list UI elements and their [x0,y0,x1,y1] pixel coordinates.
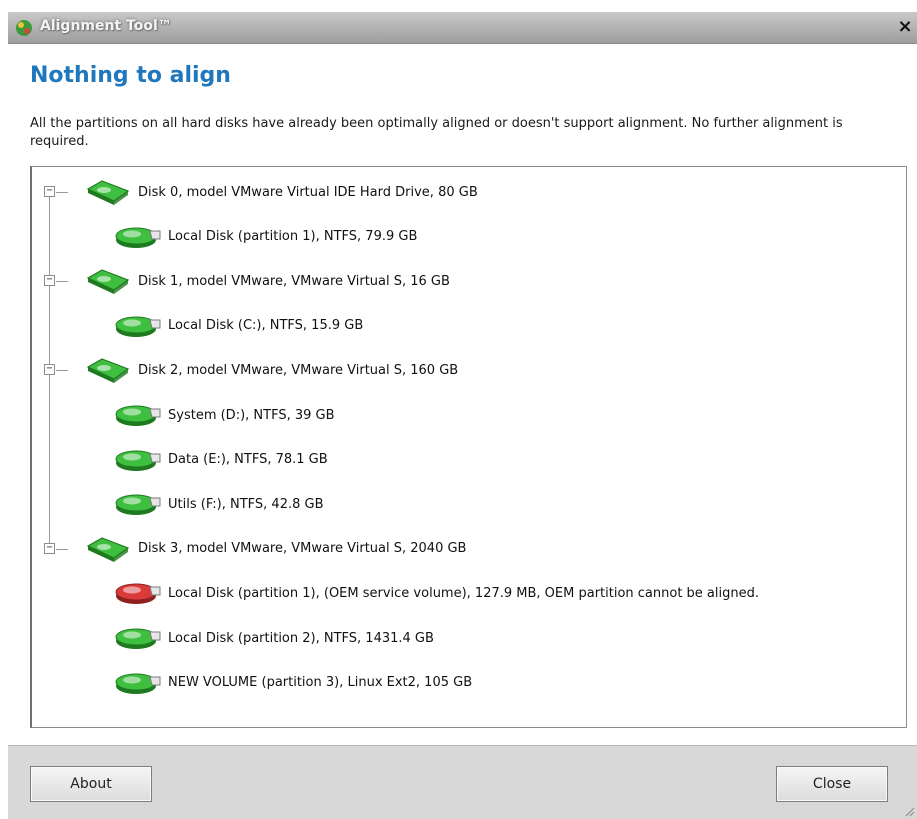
tree-node-label: Local Disk (partition 2), NTFS, 1431.4 G… [168,630,434,646]
disk-icon [86,269,130,295]
partition-icon [115,494,161,516]
expander-icon[interactable]: − [44,542,55,554]
tree-node-label: Disk 1, model VMware, VMware Virtual S, … [138,273,450,289]
tree-disk-node[interactable]: Disk 2, model VMware, VMware Virtual S, … [82,355,458,385]
partition-icon [115,405,161,426]
tree-partition-node[interactable]: NEW VOLUME (partition 3), Linux Ext2, 10… [112,668,472,698]
partition-icon [115,450,161,471]
resize-grip-icon[interactable] [905,807,915,817]
partition-icon [115,227,161,248]
close-button[interactable]: Close [776,766,888,802]
disk-icon [86,180,130,205]
tree-disk-node[interactable]: Disk 1, model VMware, VMware Virtual S, … [82,266,450,296]
tree-partition-node[interactable]: Local Disk (C:), NTFS, 15.9 GB [112,311,363,341]
app-icon [16,20,32,36]
footer-bar: About Close [8,745,917,819]
tree-node-label: Data (E:), NTFS, 78.1 GB [168,452,328,468]
tree-node-label: Local Disk (C:), NTFS, 15.9 GB [168,318,364,334]
tree-node-label: System (D:), NTFS, 39 GB [168,407,335,423]
close-icon[interactable]: × [895,16,915,38]
page-title: Nothing to align [30,63,231,88]
partition-icon [115,628,161,649]
disk-tree[interactable]: − Disk 0, model VMware Virtual IDE Hard D… [30,166,907,728]
tree-partition-node[interactable]: Local Disk (partition 1), NTFS, 79.9 GB [112,222,417,252]
tree-branch-line [56,548,68,550]
tree-partition-node[interactable]: System (D:), NTFS, 39 GB [112,400,335,430]
tree-partition-node[interactable]: Utils (F:), NTFS, 42.8 GB [112,489,324,519]
tree-partition-node[interactable]: Local Disk (partition 2), NTFS, 1431.4 G… [112,623,434,653]
tree-disk-node[interactable]: Disk 0, model VMware Virtual IDE Hard Dr… [82,177,478,207]
disk-icon [86,537,130,562]
tree-partition-node[interactable]: Local Disk (partition 1), (OEM service v… [112,578,759,608]
tree-partition-node[interactable]: Data (E:), NTFS, 78.1 GB [112,445,328,475]
tree-branch-line [56,192,68,193]
tree-node-label: NEW VOLUME (partition 3), Linux Ext2, 10… [168,675,473,691]
title-bar: Alignment Tool™ × [8,12,917,44]
expander-icon[interactable]: − [44,186,55,197]
about-button[interactable]: About [30,766,152,802]
partition-icon [115,583,161,605]
disk-icon [86,358,130,384]
tree-branch-line [56,281,68,283]
tree-node-label: Disk 0, model VMware Virtual IDE Hard Dr… [138,184,478,200]
description-text: All the partitions on all hard disks hav… [30,116,843,149]
tree-node-label: Disk 3, model VMware, VMware Virtual S, … [138,541,467,557]
partition-icon [115,316,161,337]
tree-node-label: Local Disk (partition 1), (OEM service v… [168,585,759,601]
tree-node-label: Disk 2, model VMware, VMware Virtual S, … [138,362,459,378]
window-title: Alignment Tool™ [40,18,172,34]
tree-node-label: Utils (F:), NTFS, 42.8 GB [168,496,324,512]
partition-icon [115,673,161,694]
tree-node-label: Local Disk (partition 1), NTFS, 79.9 GB [168,229,418,245]
expander-icon[interactable]: − [44,364,55,376]
tree-disk-node[interactable]: Disk 3, model VMware, VMware Virtual S, … [82,534,466,564]
tree-branch-line [56,370,68,372]
expander-icon[interactable]: − [44,275,55,287]
